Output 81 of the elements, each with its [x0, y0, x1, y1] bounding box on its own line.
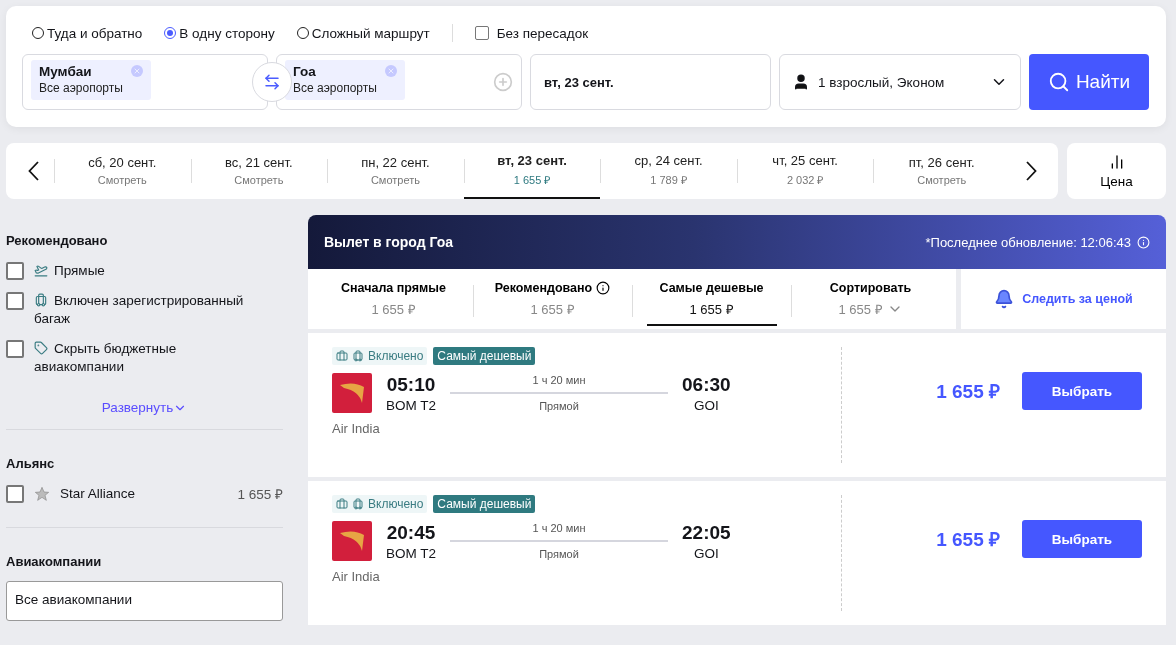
- origin-field[interactable]: Мумбаи Все аэропорты: [22, 54, 268, 110]
- section-title: Альянс: [6, 456, 56, 471]
- sort-tab[interactable]: Рекомендовано 1 655 ₽: [473, 269, 632, 329]
- checkbox[interactable]: [6, 262, 24, 280]
- date-tab[interactable]: вс, 21 сент. Смотреть: [190, 143, 328, 199]
- person-icon: [792, 73, 810, 91]
- date-tab[interactable]: пт, 26 сент. Смотреть: [873, 143, 1011, 199]
- filter-price: 1 655 ₽: [237, 486, 283, 503]
- arrival-time: 22:05: [682, 521, 731, 544]
- swap-button[interactable]: [252, 62, 292, 102]
- suitcase-icon: [352, 350, 364, 362]
- city-name: Гоа: [293, 64, 317, 79]
- search-button[interactable]: Найти: [1029, 54, 1149, 110]
- info-icon[interactable]: [1137, 235, 1150, 249]
- filter-label: Прямые: [34, 262, 105, 280]
- suitcase-icon: [352, 498, 364, 510]
- departure-airport: BOM T2: [386, 545, 436, 561]
- city-name: Мумбаи: [39, 64, 93, 79]
- star-icon: [34, 486, 50, 502]
- sort-tab[interactable]: Сначала прямые 1 655 ₽: [314, 269, 473, 329]
- price-chart-button[interactable]: Цена: [1067, 143, 1166, 199]
- section-title: Авиакомпании: [6, 554, 103, 569]
- tag-icon: [34, 341, 48, 355]
- filter-label: Скрыть бюджетные авиакомпании: [34, 340, 178, 376]
- date-tab[interactable]: ср, 24 сент. 1 789 ₽: [600, 143, 737, 199]
- info-icon: [596, 280, 611, 295]
- airports-label: Все аэропорты: [293, 81, 377, 95]
- checkbox[interactable]: [6, 340, 24, 358]
- sort-tab[interactable]: Сортировать 1 655 ₽: [791, 269, 950, 329]
- select-button[interactable]: Выбрать: [1022, 520, 1142, 558]
- chevron-left-icon: [27, 161, 39, 181]
- expand-link[interactable]: Развернуть: [101, 400, 188, 415]
- section-title: Рекомендовано: [6, 233, 109, 248]
- bag-icon: [336, 350, 348, 362]
- chevron-right-icon: [1025, 161, 1037, 181]
- date-tab[interactable]: сб, 20 сент. Смотреть: [54, 143, 191, 199]
- bag-icon: [336, 498, 348, 510]
- passengers-dropdown[interactable]: 1 взрослый, Эконом: [779, 54, 1021, 110]
- arrival-time: 06:30: [682, 373, 731, 396]
- baggage-tag: Включено: [332, 495, 428, 513]
- plane-icon: [34, 263, 48, 277]
- date-tab[interactable]: чт, 25 сент. 2 032 ₽: [736, 143, 874, 199]
- checkbox[interactable]: [6, 485, 24, 503]
- flight-price: 1 655 ₽: [936, 528, 1000, 552]
- results-title: Вылет в город Гоа: [324, 234, 454, 250]
- flight-price: 1 655 ₽: [936, 380, 1000, 404]
- airline-logo: [332, 521, 372, 561]
- airline-logo: [332, 373, 372, 413]
- airports-label: Все аэропорты: [39, 81, 123, 95]
- arrival-airport: GOI: [693, 545, 719, 561]
- swap-icon: [263, 73, 281, 91]
- departure-time: 20:45: [386, 521, 436, 544]
- departure-airport: BOM T2: [386, 397, 436, 413]
- airline-name: Air India: [332, 569, 381, 584]
- cheapest-badge: Самый дешевый: [433, 495, 536, 513]
- stops-label: Прямой: [539, 400, 579, 412]
- suitcase-icon: [34, 293, 48, 307]
- bell-icon: [994, 289, 1015, 309]
- date-tab[interactable]: вт, 23 сент. 1 655 ₽: [463, 143, 601, 199]
- stops-label: Прямой: [539, 548, 579, 560]
- cheapest-badge: Самый дешевый: [433, 347, 536, 365]
- select-button[interactable]: Выбрать: [1022, 372, 1142, 410]
- flight-duration: 1 ч 20 мин: [532, 374, 586, 386]
- date-tab[interactable]: пн, 22 сент. Смотреть: [327, 143, 464, 199]
- sort-tab[interactable]: Самые дешевые 1 655 ₽: [632, 269, 791, 329]
- date-field[interactable]: вт, 23 сент.: [530, 54, 771, 110]
- nonstop-checkbox[interactable]: Без пересадок: [474, 25, 589, 41]
- price-alert-button[interactable]: Следить за ценой: [961, 269, 1166, 329]
- passengers-label: 1 взрослый, Эконом: [818, 74, 946, 90]
- departure-time: 05:10: [386, 373, 436, 396]
- checkbox-label: Без пересадок: [496, 25, 589, 41]
- airlines-field[interactable]: Все авиакомпании: [6, 581, 283, 621]
- search-icon: [1047, 71, 1070, 93]
- checkbox[interactable]: [6, 292, 24, 310]
- filter-label: Star Alliance: [60, 485, 136, 503]
- arrival-airport: GOI: [693, 397, 719, 413]
- filter-label: Включен зарегистрированный багаж: [34, 292, 245, 328]
- flight-duration: 1 ч 20 мин: [532, 522, 586, 534]
- baggage-tag: Включено: [332, 347, 428, 365]
- update-time: *Последнее обновление: 12:06:43: [925, 234, 1131, 250]
- airline-name: Air India: [332, 421, 381, 436]
